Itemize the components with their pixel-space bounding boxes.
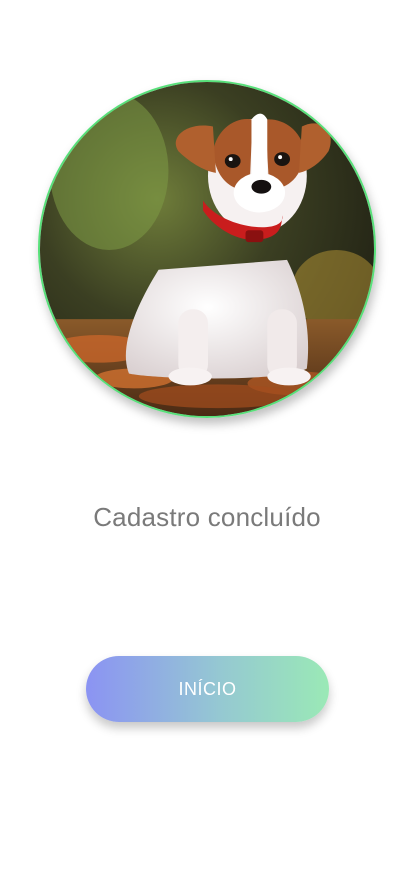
start-button-label: INÍCIO <box>178 678 237 699</box>
puppy-image-icon <box>40 82 374 416</box>
registration-complete-screen: Cadastro concluído INÍCIO <box>0 0 414 896</box>
start-button[interactable]: INÍCIO <box>86 656 329 722</box>
puppy-photo <box>38 80 376 418</box>
page-title: Cadastro concluído <box>93 502 321 532</box>
